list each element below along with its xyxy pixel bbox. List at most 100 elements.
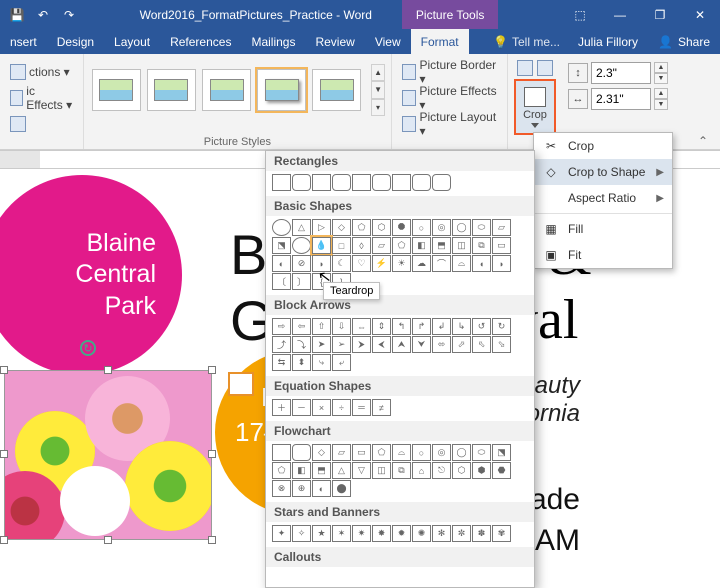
shape-item[interactable]: ○ <box>412 444 431 461</box>
selection-handle[interactable] <box>104 366 112 374</box>
share-button[interactable]: 👤 Share <box>648 35 720 49</box>
width-spinner[interactable]: ▲▼ <box>654 88 668 110</box>
shape-item[interactable]: ⬭ <box>472 219 491 236</box>
shape-item[interactable]: ▱ <box>492 219 511 236</box>
menu-item-crop-to-shape[interactable]: ◇Crop to Shape▶ <box>534 159 672 185</box>
shape-item[interactable] <box>272 219 291 236</box>
shape-item[interactable]: ⮞ <box>352 336 371 353</box>
shape-item[interactable]: ⤴ <box>272 336 291 353</box>
menu-item-crop[interactable]: ✂Crop <box>534 133 672 159</box>
shape-item[interactable]: ↰ <box>392 318 411 335</box>
shape-item[interactable]: ⬠ <box>272 462 291 479</box>
tab-layout[interactable]: Layout <box>104 29 160 54</box>
shape-item[interactable]: ✶ <box>332 525 351 542</box>
shape-item[interactable]: ⬒ <box>432 237 451 254</box>
shape-item[interactable]: ⇧ <box>312 318 331 335</box>
shape-item[interactable]: ⬔ <box>272 237 291 254</box>
shape-teardrop[interactable]: 💧 <box>312 237 331 254</box>
collapse-ribbon-icon[interactable]: ⌃ <box>698 134 714 148</box>
user-name[interactable]: Julia Fillory <box>568 35 648 49</box>
shape-item[interactable]: △ <box>332 462 351 479</box>
shape-item[interactable]: ⬔ <box>492 444 511 461</box>
width-input[interactable] <box>591 88 651 110</box>
tab-view[interactable]: View <box>365 29 411 54</box>
shape-item[interactable]: ⌓ <box>452 255 471 272</box>
shape-item[interactable]: ✧ <box>292 525 311 542</box>
shape-item[interactable]: ✸ <box>372 525 391 542</box>
tab-format[interactable]: Format <box>411 29 469 54</box>
shape-item[interactable]: ⊗ <box>272 480 291 497</box>
shape-item[interactable]: ⬄ <box>432 336 451 353</box>
shape-item[interactable] <box>272 174 291 191</box>
shape-item[interactable]: ◐ <box>272 255 291 272</box>
shape-item[interactable]: ⤶ <box>332 354 351 371</box>
style-thumb[interactable] <box>257 69 306 111</box>
shape-item[interactable]: ✦ <box>272 525 291 542</box>
shape-item[interactable]: ↳ <box>452 318 471 335</box>
save-icon[interactable]: 💾 <box>8 6 26 24</box>
shape-item[interactable]: ◇ <box>332 219 351 236</box>
shape-item[interactable]: ◖ <box>472 255 491 272</box>
shape-item[interactable]: ✺ <box>412 525 431 542</box>
shape-item[interactable]: × <box>312 399 331 416</box>
shape-item[interactable]: ⌓ <box>392 444 411 461</box>
shape-item[interactable]: ⮝ <box>392 336 411 353</box>
shape-item[interactable]: ↺ <box>472 318 491 335</box>
shape-item[interactable] <box>292 174 311 191</box>
shape-item[interactable]: ➤ <box>312 336 331 353</box>
corrections-button[interactable]: ctions ▾ <box>6 61 77 83</box>
shape-item[interactable]: ⌒ <box>432 255 451 272</box>
shape-item[interactable]: ⬁ <box>472 336 491 353</box>
position-icon[interactable] <box>517 60 533 76</box>
minimize-button[interactable]: — <box>600 0 640 29</box>
shape-item[interactable]: ⇕ <box>372 318 391 335</box>
shape-item[interactable] <box>292 237 311 254</box>
tell-me-search[interactable]: 💡 Tell me... <box>485 35 568 49</box>
shape-item[interactable]: ⤵ <box>292 336 311 353</box>
shape-item[interactable]: ➢ <box>332 336 351 353</box>
selection-handle[interactable] <box>0 536 8 544</box>
picture-effects-button[interactable]: Picture Effects ▾ <box>398 87 501 109</box>
menu-item-aspect-ratio[interactable]: Aspect Ratio▶ <box>534 185 672 211</box>
shape-item[interactable]: ☀ <box>392 255 411 272</box>
selected-picture[interactable] <box>4 370 212 540</box>
shape-item[interactable]: ◧ <box>292 462 311 479</box>
shape-item[interactable]: ◗ <box>492 255 511 272</box>
shape-item[interactable] <box>432 174 451 191</box>
shape-item[interactable]: ★ <box>312 525 331 542</box>
shape-item[interactable]: ▽ <box>352 462 371 479</box>
artistic-effects-button[interactable]: ic Effects ▾ <box>6 87 77 109</box>
shape-item[interactable] <box>332 174 351 191</box>
style-thumb[interactable] <box>202 69 251 111</box>
shape-item[interactable]: ⇔ <box>352 318 371 335</box>
undo-icon[interactable]: ↶ <box>34 6 52 24</box>
shape-item[interactable] <box>312 174 331 191</box>
shape-item[interactable]: ⬣ <box>492 462 511 479</box>
crop-split-button[interactable]: Crop <box>514 79 556 135</box>
close-button[interactable]: ✕ <box>680 0 720 29</box>
shape-item[interactable]: ⯃ <box>392 219 411 236</box>
shape-item[interactable] <box>372 174 391 191</box>
ribbon-options-icon[interactable]: ⬚ <box>560 0 600 29</box>
shape-item[interactable]: ⇨ <box>272 318 291 335</box>
shape-item[interactable]: ⎋ <box>432 462 451 479</box>
shape-item[interactable]: ◎ <box>432 444 451 461</box>
shape-item[interactable]: ◯ <box>452 219 471 236</box>
picture-layout-button[interactable]: Picture Layout ▾ <box>398 113 501 135</box>
shape-item[interactable]: ⇦ <box>292 318 311 335</box>
shape-item[interactable]: ÷ <box>332 399 351 416</box>
style-thumb[interactable] <box>147 69 196 111</box>
shape-item[interactable] <box>412 174 431 191</box>
shape-item[interactable]: ⇩ <box>332 318 351 335</box>
selection-handle[interactable] <box>104 536 112 544</box>
shape-item[interactable]: ⇆ <box>272 354 291 371</box>
shape-item[interactable]: ✻ <box>432 525 451 542</box>
shape-item[interactable]: ↲ <box>432 318 451 335</box>
shape-item[interactable]: ⬠ <box>352 219 371 236</box>
shape-item[interactable]: ↱ <box>412 318 431 335</box>
gallery-scroll[interactable]: ▲▼▾ <box>371 64 385 116</box>
shape-item[interactable]: ⊘ <box>292 255 311 272</box>
shape-item[interactable] <box>272 444 291 461</box>
shape-item[interactable]: ⬡ <box>452 462 471 479</box>
shape-item[interactable]: ⚡ <box>372 255 391 272</box>
